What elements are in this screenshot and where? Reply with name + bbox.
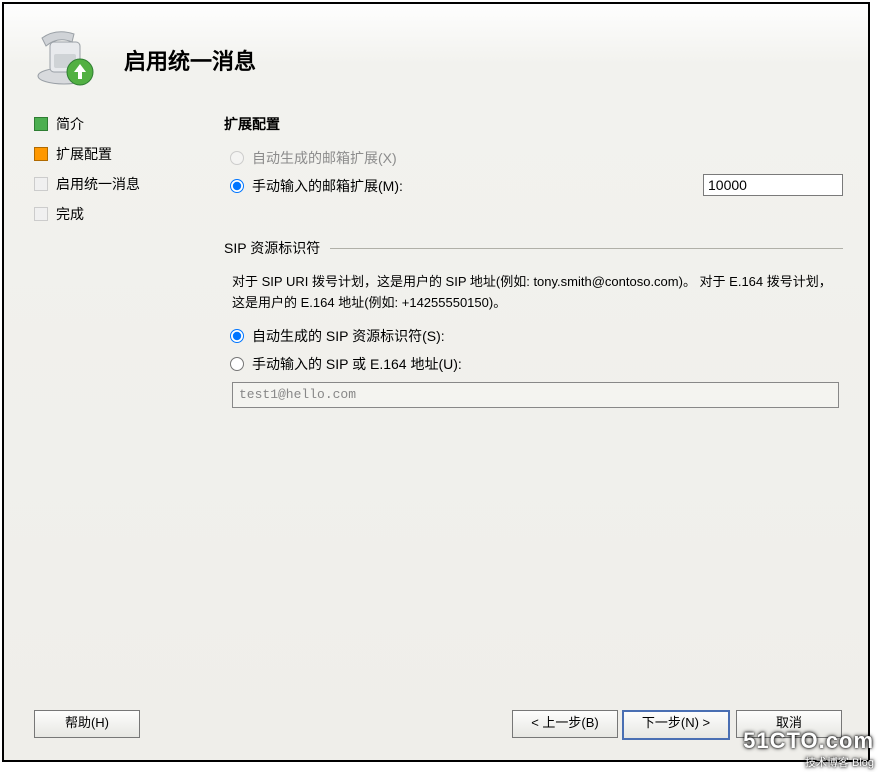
radio-manual-sip-label: 手动输入的 SIP 或 E.164 地址(U): (252, 354, 462, 374)
step-status-icon (34, 207, 48, 221)
radio-auto-extension-input (230, 151, 244, 165)
watermark-tagline: 技术博客 Blog (743, 754, 874, 770)
step-extension-config: 扩展配置 (34, 144, 194, 164)
divider-line (330, 248, 843, 249)
step-enable-um: 启用统一消息 (34, 174, 194, 194)
step-status-icon (34, 147, 48, 161)
sip-description: 对于 SIP URI 拨号计划，这是用户的 SIP 地址(例如: tony.sm… (232, 272, 835, 314)
radio-manual-sip[interactable]: 手动输入的 SIP 或 E.164 地址(U): (230, 354, 843, 374)
radio-auto-sip-label: 自动生成的 SIP 资源标识符(S): (252, 326, 445, 346)
radio-manual-extension-input[interactable] (230, 179, 244, 193)
step-label: 启用统一消息 (56, 174, 140, 194)
manual-extension-input[interactable] (703, 174, 843, 196)
radio-auto-extension: 自动生成的邮箱扩展(X) (230, 148, 843, 168)
watermark-logo: 51CTO.com (743, 728, 874, 754)
step-intro: 简介 (34, 114, 194, 134)
step-label: 扩展配置 (56, 144, 112, 164)
wizard-main-content: 扩展配置 自动生成的邮箱扩展(X) 手动输入的邮箱扩展(M): SIP 资源标识… (224, 114, 843, 408)
sip-group-header: SIP 资源标识符 (224, 238, 843, 258)
sip-group-title: SIP 资源标识符 (224, 238, 320, 258)
step-label: 完成 (56, 204, 84, 224)
step-status-icon (34, 177, 48, 191)
sip-address-input (232, 382, 839, 408)
radio-auto-extension-label: 自动生成的邮箱扩展(X) (252, 148, 397, 168)
back-button[interactable]: < 上一步(B) (512, 710, 618, 738)
radio-auto-sip[interactable]: 自动生成的 SIP 资源标识符(S): (230, 326, 843, 346)
section-title: 扩展配置 (224, 114, 843, 134)
wizard-body: 简介 扩展配置 启用统一消息 完成 扩展配置 自动生成的邮箱扩展(X) (4, 114, 868, 700)
step-label: 简介 (56, 114, 84, 134)
radio-auto-sip-input[interactable] (230, 329, 244, 343)
unified-messaging-phone-icon (34, 24, 98, 88)
step-status-icon (34, 117, 48, 131)
step-complete: 完成 (34, 204, 194, 224)
wizard-title: 启用统一消息 (124, 44, 256, 76)
watermark: 51CTO.com 技术博客 Blog (743, 728, 874, 770)
next-button[interactable]: 下一步(N) > (622, 710, 730, 740)
help-button[interactable]: 帮助(H) (34, 710, 140, 738)
radio-manual-extension-label: 手动输入的邮箱扩展(M): (252, 176, 403, 196)
wizard-footer: 帮助(H) < 上一步(B) 下一步(N) > 取消 (4, 710, 868, 740)
wizard-steps-sidebar: 简介 扩展配置 启用统一消息 完成 (34, 114, 194, 234)
radio-manual-sip-input[interactable] (230, 357, 244, 371)
wizard-window: 启用统一消息 简介 扩展配置 启用统一消息 完成 扩展配置 (2, 2, 870, 762)
wizard-header: 启用统一消息 (4, 4, 868, 84)
